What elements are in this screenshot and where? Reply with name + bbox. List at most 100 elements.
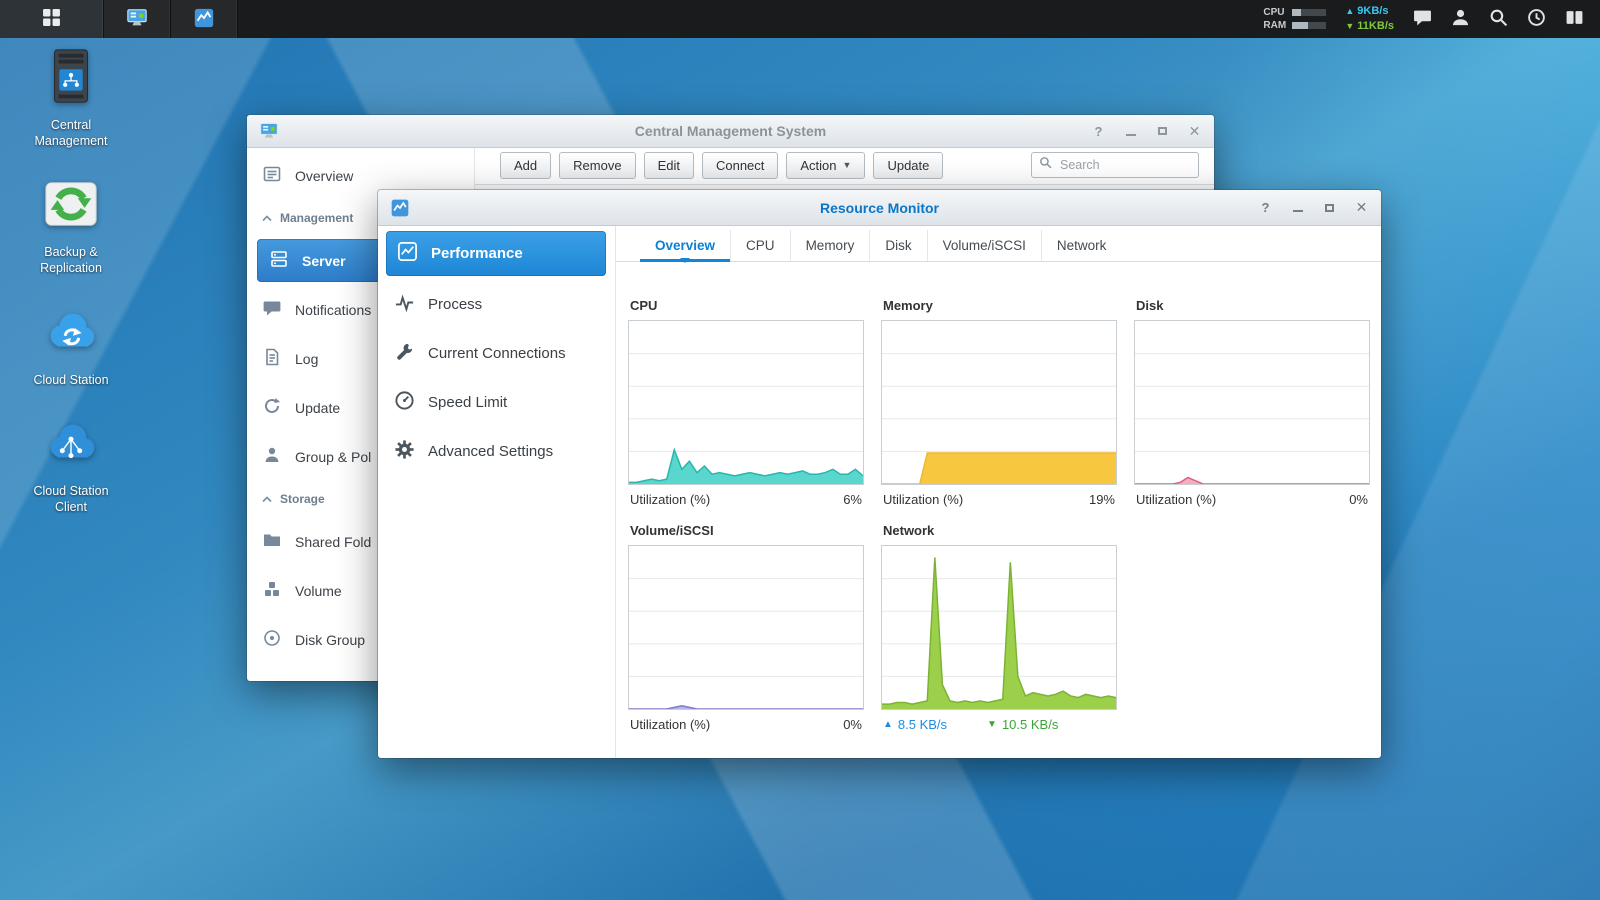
user-options-button[interactable] [1451, 8, 1470, 30]
taskbar-resource-monitor-button[interactable] [171, 0, 238, 38]
chart-grid: CPU Utilization (%) 6% Memory [628, 298, 1381, 732]
central-management-app-icon [126, 7, 148, 32]
memory-chart-block: Memory Utilization (%) 19% [881, 298, 1117, 507]
upload-arrow-icon: ▲ [1345, 6, 1354, 16]
cms-sidebar-label: Disk Group [295, 632, 365, 648]
ram-meter-label: RAM [1263, 21, 1287, 31]
resource-monitor-app-icon [193, 7, 215, 32]
utilization-label: Utilization (%) [883, 492, 963, 507]
network-chart-caption: ▲8.5 KB/s ▼10.5 KB/s [881, 717, 1117, 732]
cms-toolbar: Add Remove Edit Connect Action▼ Update [475, 148, 1214, 180]
chart-caption: Utilization (%) 6% [628, 492, 864, 507]
connect-button[interactable]: Connect [702, 152, 778, 179]
rm-sidebar-item-current-connections[interactable]: Current Connections [378, 329, 615, 378]
help-button[interactable]: ? [1258, 200, 1273, 215]
pilot-view-button[interactable] [1565, 8, 1584, 30]
log-icon [262, 347, 282, 370]
shared-folder-icon [262, 530, 282, 553]
cms-sidebar-label: Server [302, 253, 346, 269]
desktop-icon-label: Cloud Station [33, 373, 108, 389]
utilization-value: 0% [843, 717, 862, 732]
rm-main: Overview CPU Memory Disk Volume/iSCSI Ne… [616, 226, 1381, 758]
desktop-icon-backup-replication[interactable]: Backup & Replication [16, 173, 126, 276]
chart-caption: Utilization (%) 0% [1134, 492, 1370, 507]
tab-overview[interactable]: Overview [640, 230, 731, 261]
chart-title: Volume/iSCSI [630, 523, 864, 538]
tab-network[interactable]: Network [1042, 230, 1122, 261]
cloud-station-icon [40, 301, 102, 368]
volume-chart-block: Volume/iSCSI Utilization (%) 0% [628, 523, 864, 732]
widgets-button[interactable] [1527, 8, 1546, 30]
cms-section-label: Management [280, 211, 353, 225]
remove-button[interactable]: Remove [559, 152, 635, 179]
rm-sidebar-item-process[interactable]: Process [378, 280, 615, 329]
cms-window-title: Central Management System [357, 123, 1104, 139]
action-dropdown-button[interactable]: Action▼ [786, 152, 865, 179]
network-chart-block: Network ▲8.5 KB/s ▼10.5 KB/s [881, 523, 1117, 732]
cms-search-box [1031, 152, 1199, 178]
search-input[interactable] [1058, 157, 1191, 173]
cms-sidebar-label: Shared Fold [295, 534, 371, 550]
close-button[interactable]: ✕ [1187, 124, 1202, 139]
cms-window-controls: ? ✕ [1091, 124, 1202, 139]
tab-memory[interactable]: Memory [791, 230, 871, 261]
update-button[interactable]: Update [873, 152, 943, 179]
desktop-icon-label: Central Management [16, 118, 126, 149]
system-health-meters[interactable]: CPU RAM [1263, 5, 1326, 34]
chart-title: CPU [630, 298, 864, 313]
search-button[interactable] [1489, 8, 1508, 30]
cpu-meter: CPU [1263, 8, 1326, 18]
utilization-value: 19% [1089, 492, 1115, 507]
resource-monitor-window: Resource Monitor ? ✕ Performance Process… [378, 190, 1381, 758]
network-speed-indicator: ▲9KB/s ▼11KB/s [1345, 4, 1394, 34]
update-refresh-icon [262, 396, 282, 419]
desktop-icon-cloud-station-client[interactable]: Cloud Station Client [16, 412, 126, 515]
search-icon [1489, 8, 1508, 30]
disk-group-icon [262, 628, 282, 651]
performance-chart-icon [397, 241, 418, 266]
chart-title: Network [883, 523, 1117, 538]
network-download-value: 10.5 KB/s [1002, 717, 1058, 732]
rm-window-icon [390, 198, 410, 218]
tab-cpu[interactable]: CPU [731, 230, 791, 261]
maximize-button[interactable] [1322, 200, 1337, 215]
taskbar-central-management-button[interactable] [104, 0, 171, 38]
rm-sidebar-item-speed-limit[interactable]: Speed Limit [378, 378, 615, 427]
edit-button[interactable]: Edit [644, 152, 694, 179]
cpu-meter-label: CPU [1263, 8, 1287, 18]
memory-utilization-chart [881, 320, 1117, 485]
notifications-icon [262, 298, 282, 321]
rm-sidebar-item-advanced-settings[interactable]: Advanced Settings [378, 427, 615, 476]
cpu-utilization-chart [628, 320, 864, 485]
tab-volume-iscsi[interactable]: Volume/iSCSI [928, 230, 1042, 261]
rm-sidebar-item-performance[interactable]: Performance [386, 231, 606, 276]
chart-title: Disk [1136, 298, 1370, 313]
gear-icon [394, 439, 415, 464]
desktop-icon-cloud-station[interactable]: Cloud Station [16, 301, 126, 389]
desktop-icon-central-management[interactable]: Central Management [16, 46, 126, 149]
tab-disk[interactable]: Disk [870, 230, 927, 261]
volume-utilization-chart [628, 545, 864, 710]
minimize-button[interactable] [1290, 200, 1305, 215]
download-speed: ▼11KB/s [1345, 19, 1394, 34]
help-button[interactable]: ? [1091, 124, 1106, 139]
rm-titlebar[interactable]: Resource Monitor ? ✕ [378, 190, 1381, 226]
backup-replication-icon [40, 173, 102, 240]
chart-title: Memory [883, 298, 1117, 313]
pilot-view-icon [1565, 8, 1584, 30]
minimize-button[interactable] [1123, 124, 1138, 139]
close-button[interactable]: ✕ [1354, 200, 1369, 215]
disk-chart-block: Disk Utilization (%) 0% [1134, 298, 1370, 507]
rm-window-title: Resource Monitor [488, 200, 1271, 216]
notifications-button[interactable] [1413, 8, 1432, 30]
clock-icon [1527, 8, 1546, 30]
cms-sidebar-label: Update [295, 400, 340, 416]
main-menu-button[interactable] [0, 0, 104, 38]
cms-sidebar-label: Overview [295, 168, 353, 184]
cms-titlebar[interactable]: Central Management System ? ✕ [247, 115, 1214, 148]
rm-sidebar-label: Process [428, 296, 482, 313]
maximize-button[interactable] [1155, 124, 1170, 139]
add-button[interactable]: Add [500, 152, 551, 179]
chat-bubble-icon [1413, 8, 1432, 30]
volume-cubes-icon [262, 579, 282, 602]
